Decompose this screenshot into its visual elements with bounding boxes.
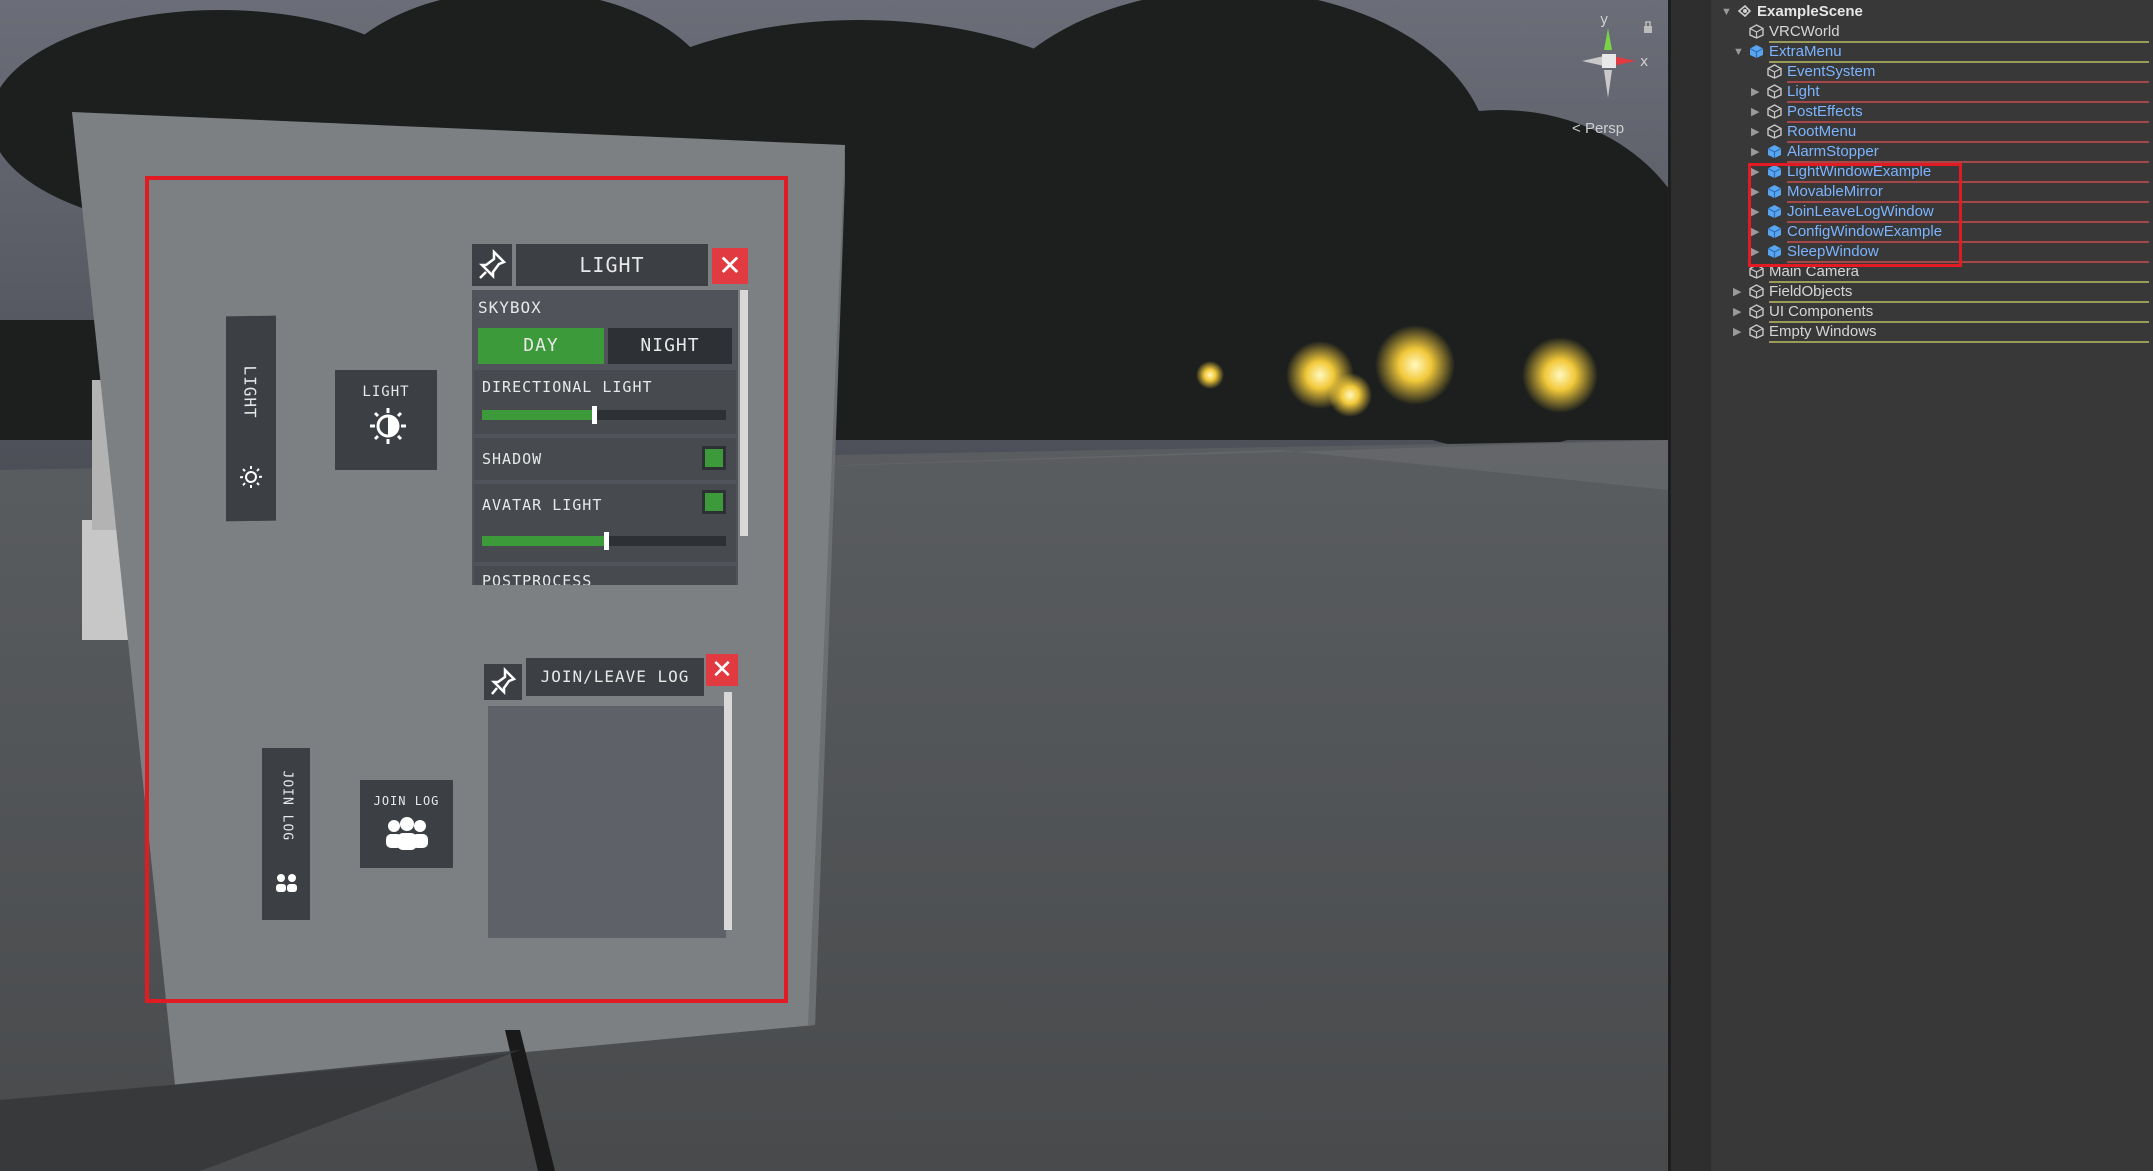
- gameobject-icon: [1767, 104, 1782, 119]
- hierarchy-item-label: FieldObjects: [1769, 283, 1853, 300]
- scene-icon: [1737, 4, 1752, 19]
- gameobject-icon: [1767, 124, 1782, 139]
- hierarchy-item-label: PostEffects: [1787, 103, 1863, 120]
- hierarchy-item-label: EventSystem: [1787, 63, 1876, 80]
- gameobject-icon: [1749, 284, 1764, 299]
- hierarchy-item-label: ExtraMenu: [1769, 43, 1842, 60]
- gameobject-icon: [1749, 324, 1764, 339]
- expand-arrow-icon[interactable]: ▶: [1751, 82, 1763, 102]
- gizmo-y-label: y: [1600, 12, 1609, 28]
- hierarchy-item[interactable]: VRCWorld: [1711, 22, 2151, 43]
- hierarchy-item-label: Light: [1787, 83, 1820, 100]
- prefab-icon: [1749, 44, 1764, 59]
- hierarchy-item-label: UI Components: [1769, 303, 1874, 320]
- hierarchy-item[interactable]: ▶ FieldObjects: [1711, 282, 2151, 303]
- lock-icon[interactable]: [1643, 18, 1653, 33]
- gameobject-icon: [1749, 24, 1764, 39]
- expand-arrow-icon[interactable]: ▶: [1733, 322, 1745, 342]
- hierarchy-item-label: AlarmStopper: [1787, 143, 1879, 160]
- projection-text: Persp: [1584, 120, 1625, 137]
- gameobject-icon: [1767, 84, 1782, 99]
- collapse-arrow-icon[interactable]: ▼: [1721, 2, 1733, 22]
- scene-name: ExampleScene: [1757, 3, 1863, 20]
- collapse-arrow-icon[interactable]: ▼: [1733, 42, 1745, 62]
- expand-arrow-icon[interactable]: ▶: [1751, 122, 1763, 142]
- expand-arrow-icon[interactable]: ▶: [1751, 142, 1763, 162]
- hierarchy-item[interactable]: ▶ AlarmStopper: [1711, 142, 2151, 163]
- prefab-icon: [1767, 144, 1782, 159]
- hierarchy-item[interactable]: ▶ Empty Windows: [1711, 322, 2151, 343]
- scene-view[interactable]: y x < Persp LIGHT LIGHT JOIN LOG JOIN LO…: [0, 0, 1668, 1171]
- hierarchy-item[interactable]: ▶ Light: [1711, 82, 2151, 103]
- hierarchy-item-label: Empty Windows: [1769, 323, 1877, 340]
- expand-arrow-icon[interactable]: ▶: [1751, 102, 1763, 122]
- hierarchy-gutter: [1671, 0, 1711, 1171]
- hierarchy-item[interactable]: ▼ ExtraMenu: [1711, 42, 2151, 63]
- projection-label[interactable]: < Persp: [1572, 120, 1624, 137]
- hierarchy-item[interactable]: ▶ UI Components: [1711, 302, 2151, 323]
- hierarchy-item[interactable]: ▶ PostEffects: [1711, 102, 2151, 123]
- gizmo-x-label: x: [1640, 54, 1649, 70]
- hierarchy-item[interactable]: ▶ RootMenu: [1711, 122, 2151, 143]
- scene-highlight-frame: [145, 176, 788, 1003]
- hierarchy-item[interactable]: EventSystem: [1711, 62, 2151, 83]
- hierarchy-highlight-frame: [1748, 163, 1962, 267]
- hierarchy-panel: ▼ ExampleScene VRCWorld ▼ ExtraMenu EventSy…: [1668, 0, 2153, 1171]
- row-underline: [1769, 341, 2149, 343]
- gameobject-icon: [1767, 64, 1782, 79]
- gameobject-icon: [1749, 304, 1764, 319]
- hierarchy-item-label: VRCWorld: [1769, 23, 1840, 40]
- hierarchy-scene-root[interactable]: ▼ ExampleScene: [1711, 2, 2151, 22]
- expand-arrow-icon[interactable]: ▶: [1733, 282, 1745, 302]
- hierarchy-item-label: RootMenu: [1787, 123, 1857, 140]
- expand-arrow-icon[interactable]: ▶: [1733, 302, 1745, 322]
